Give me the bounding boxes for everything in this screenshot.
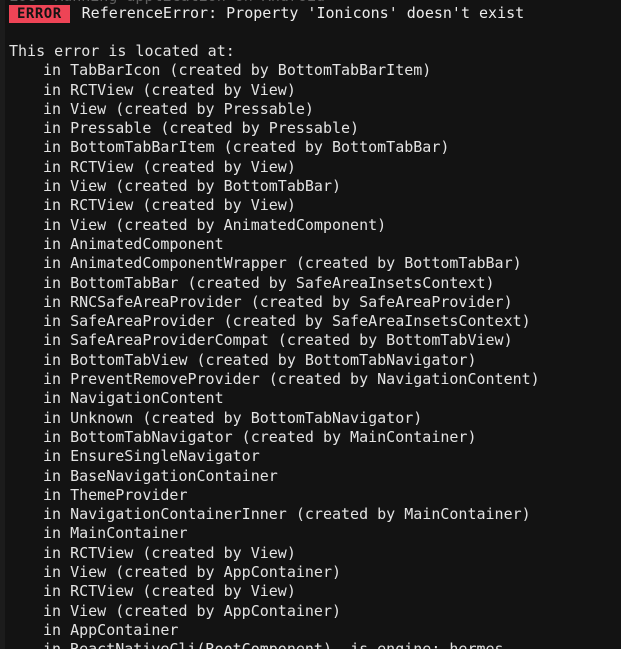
stack-line: in BottomTabNavigator (created by MainCo… [43, 427, 477, 446]
stack-line: in RCTView (created by View) [43, 543, 296, 562]
stack-line: in RCTView (created by View) [43, 80, 296, 99]
error-message-text: ReferenceError: Property 'Ionicons' does… [81, 3, 525, 22]
stack-line: in View (created by AnimatedComponent) [43, 215, 387, 234]
stack-line: in Pressable (created by Pressable) [43, 119, 360, 138]
stack-line: in AnimatedComponentWrapper (created by … [43, 254, 522, 273]
stack-line: in MainContainer [43, 524, 188, 543]
stack-line: in Unknown (created by BottomTabNavigato… [43, 408, 423, 427]
stack-line: in RNCSafeAreaProvider (created by SafeA… [43, 292, 513, 311]
stack-line: in NavigationContent [43, 389, 224, 408]
stack-line: in PreventRemoveProvider (created by Nav… [43, 370, 540, 389]
stack-line: in AppContainer [43, 620, 179, 639]
error-location-label: This error is located at: [9, 42, 235, 60]
stack-line: in TabBarIcon (created by BottomTabBarIt… [43, 61, 432, 80]
error-level-badge: ERROR [9, 4, 70, 23]
error-header-row: ERROR ReferenceError: Property 'Ionicons… [9, 2, 621, 25]
terminal-left-gutter [0, 0, 5, 649]
stack-line: in BottomTabBarItem (created by BottomTa… [43, 138, 450, 157]
blank-line-spacer [9, 25, 621, 42]
stack-line: in View (created by AppContainer) [43, 563, 342, 582]
stack-line: in ReactNativeCli(RootComponent), js eng… [9, 640, 621, 649]
terminal-content: ERROR ReferenceError: Property 'Ionicons… [0, 0, 621, 649]
stack-line: in EnsureSingleNavigator [43, 447, 260, 466]
stack-line: in RCTView (created by View) [43, 196, 296, 215]
stack-line: in View (created by AppContainer) [43, 601, 342, 620]
stack-line: in View (created by Pressable) [43, 99, 314, 118]
stack-line: in BottomTabView (created by BottomTabNa… [43, 350, 477, 369]
stack-line: in RCTView (created by View) [43, 157, 296, 176]
stack-line: in RCTView (created by View) [43, 582, 296, 601]
stack-line: in SafeAreaProvider (created by SafeArea… [43, 312, 531, 331]
stack-line: in SafeAreaProviderCompat (created by Bo… [43, 331, 513, 350]
terminal-log-view[interactable]: LOG Running application on Android ERROR… [0, 0, 621, 649]
stack-line: in AnimatedComponent [43, 234, 224, 253]
stack-line: in BaseNavigationContainer [43, 466, 278, 485]
stack-line: in ThemeProvider [43, 485, 188, 504]
component-stack-list: in TabBarIcon (created by BottomTabBarIt… [9, 61, 621, 649]
stack-line: in NavigationContainerInner (created by … [43, 505, 531, 524]
stack-line: in View (created by BottomTabBar) [43, 177, 342, 196]
stack-line: in BottomTabBar (created by SafeAreaInse… [43, 273, 495, 292]
